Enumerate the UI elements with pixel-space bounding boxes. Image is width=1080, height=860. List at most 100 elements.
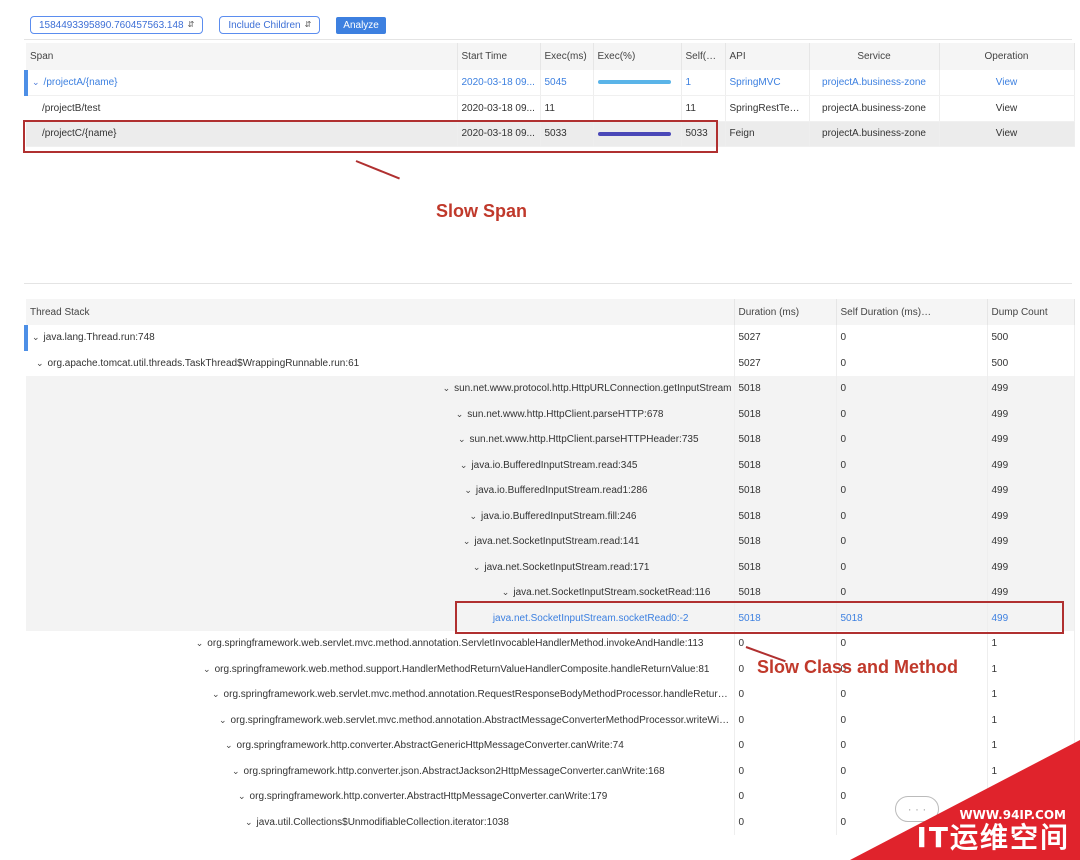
stack-frame-cell[interactable]: ⌄ org.springframework.web.servlet.mvc.met… xyxy=(26,631,735,657)
dump-count: 499 xyxy=(987,452,1075,478)
chevron-down-icon[interactable]: ⌄ xyxy=(219,715,227,726)
col-api[interactable]: API xyxy=(725,43,810,70)
thread-row[interactable]: ⌄ java.io.BufferedInputStream.read1:286 5… xyxy=(26,478,1075,504)
chevron-down-icon[interactable]: ⌄ xyxy=(473,562,481,573)
span-row[interactable]: /projectB/test 2020-03-18 09... 11 11 Sp… xyxy=(26,95,1075,122)
stack-frame-cell[interactable]: ⌄ org.springframework.web.servlet.mvc.met… xyxy=(26,707,735,733)
chevron-down-icon[interactable]: ⌄ xyxy=(32,77,40,88)
col-exec-ms[interactable]: Exec(ms) xyxy=(540,43,594,70)
stack-frame-cell[interactable]: ⌄ java.net.SocketInputStream.read:141 xyxy=(26,529,735,555)
self-ms: 11 xyxy=(681,95,726,122)
stack-frame-cell[interactable]: ⌄ sun.net.www.http.HttpClient.parseHTTPHe… xyxy=(26,427,735,453)
col-self-duration[interactable]: Self Duration (ms) top slow xyxy=(836,299,988,325)
span-name-cell[interactable]: ⌄/projectA/{name} xyxy=(24,70,458,96)
self-duration: 0 xyxy=(836,682,988,708)
stack-frame: java.io.BufferedInputStream.read1:286 xyxy=(475,485,648,497)
chevron-down-icon[interactable]: ⌄ xyxy=(225,740,233,751)
thread-row[interactable]: ⌄ sun.net.www.http.HttpClient.parseHTTPHe… xyxy=(26,427,1075,453)
thread-row[interactable]: ⌄ java.lang.Thread.run:748 5027 0 500 xyxy=(24,325,1075,351)
col-self-ms[interactable]: Self(ms) xyxy=(681,43,726,70)
chevron-down-icon[interactable]: ⌄ xyxy=(443,383,451,394)
thread-row[interactable]: ⌄ sun.net.www.http.HttpClient.parseHTTP:6… xyxy=(26,401,1075,427)
span-name: /projectA/{name} xyxy=(43,77,118,88)
stack-frame-cell[interactable]: ⌄ java.io.BufferedInputStream.read:345 xyxy=(26,452,735,478)
annotation-pointer xyxy=(355,160,400,180)
stack-frame-cell[interactable]: ⌄ org.springframework.http.converter.json… xyxy=(26,758,735,784)
include-children-select[interactable]: Include Children ⇵ xyxy=(219,16,321,34)
stack-frame-cell[interactable]: ⌄ org.springframework.web.method.support.… xyxy=(26,656,735,682)
col-start-time[interactable]: Start Time xyxy=(457,43,541,70)
col-operation[interactable]: Operation xyxy=(939,43,1075,70)
duration: 0 xyxy=(734,809,837,835)
thread-row[interactable]: ⌄ sun.net.www.protocol.http.HttpURLConnec… xyxy=(26,376,1075,402)
stack-frame-cell[interactable]: ⌄ java.util.Collections$UnmodifiableColle… xyxy=(26,809,735,835)
watermark-brand: IT运维空间 xyxy=(916,821,1070,854)
api: Feign xyxy=(725,121,810,147)
thread-row[interactable]: ⌄ java.net.SocketInputStream.read:141 501… xyxy=(26,529,1075,555)
stack-frame-cell[interactable]: ⌄ org.springframework.web.servlet.mvc.met… xyxy=(26,682,735,708)
dump-count: 499 xyxy=(987,401,1075,427)
stack-frame-cell[interactable]: ⌄ sun.net.www.http.HttpClient.parseHTTP:6… xyxy=(26,401,735,427)
analyze-button[interactable]: Analyze xyxy=(336,16,386,34)
dump-count: 1 xyxy=(987,707,1075,733)
chevron-down-icon[interactable]: ⌄ xyxy=(502,587,510,598)
exec-pct-cell xyxy=(593,95,682,122)
span-row[interactable]: ⌄/projectA/{name} 2020-03-18 09... 5045 … xyxy=(24,70,1075,96)
thread-row[interactable]: ⌄ java.net.SocketInputStream.read:171 501… xyxy=(26,554,1075,580)
chevron-down-icon[interactable]: ⌄ xyxy=(32,332,40,343)
thread-row[interactable]: ⌄ org.apache.tomcat.util.threads.TaskThre… xyxy=(26,350,1075,376)
self-duration: 0 xyxy=(836,325,988,351)
snapshot-select[interactable]: 1584493395890.760457563.148 ⇵ xyxy=(30,16,204,34)
col-service[interactable]: Service xyxy=(809,43,940,70)
toolbar: 1584493395890.760457563.148 ⇵ Include Ch… xyxy=(30,15,386,35)
stack-frame-cell[interactable]: ⌄ java.io.BufferedInputStream.fill:246 xyxy=(26,503,735,529)
col-duration[interactable]: Duration (ms) xyxy=(734,299,837,325)
chevron-down-icon[interactable]: ⌄ xyxy=(456,409,464,420)
chevron-down-icon[interactable]: ⌄ xyxy=(232,766,240,777)
slow-span-highlight xyxy=(23,120,718,153)
stack-frame-cell[interactable]: ⌄ java.io.BufferedInputStream.read1:286 xyxy=(26,478,735,504)
chevron-down-icon[interactable]: ⌄ xyxy=(458,434,466,445)
thread-row[interactable]: ⌄ java.io.BufferedInputStream.read:345 50… xyxy=(26,452,1075,478)
api: SpringMVC xyxy=(725,70,810,96)
view-link[interactable]: View xyxy=(939,95,1075,122)
chevron-down-icon[interactable]: ⌄ xyxy=(464,485,472,496)
dump-count: 500 xyxy=(987,350,1075,376)
view-link[interactable]: View xyxy=(939,121,1075,147)
chevron-down-icon[interactable]: ⌄ xyxy=(212,689,220,700)
stack-frame-cell[interactable]: ⌄ java.net.SocketInputStream.read:171 xyxy=(26,554,735,580)
duration: 5018 xyxy=(734,401,837,427)
chevron-down-icon[interactable]: ⌄ xyxy=(463,536,471,547)
stack-frame: java.io.BufferedInputStream.read:345 xyxy=(471,459,638,471)
thread-row[interactable]: ⌄ org.springframework.web.servlet.mvc.met… xyxy=(26,707,1075,733)
view-link[interactable]: View xyxy=(939,70,1075,96)
top-slow-button[interactable]: top slow xyxy=(941,305,985,319)
col-exec-pct[interactable]: Exec(%) xyxy=(593,43,682,70)
api: SpringRestTemp... xyxy=(725,95,810,122)
chevron-down-icon[interactable]: ⌄ xyxy=(36,358,44,369)
chevron-down-icon[interactable]: ⌄ xyxy=(469,511,477,522)
col-span[interactable]: Span xyxy=(26,43,458,70)
stack-frame-cell[interactable]: ⌄ org.springframework.http.converter.Abst… xyxy=(26,784,735,810)
chevron-down-icon[interactable]: ⌄ xyxy=(460,460,468,471)
stack-frame: sun.net.www.protocol.http.HttpURLConnect… xyxy=(454,383,732,395)
thread-row[interactable]: ⌄ java.io.BufferedInputStream.fill:246 50… xyxy=(26,503,1075,529)
stack-frame-cell[interactable]: ⌄ org.springframework.http.converter.Abst… xyxy=(26,733,735,759)
chevron-down-icon[interactable]: ⌄ xyxy=(245,817,253,828)
dump-count: 499 xyxy=(987,478,1075,504)
chevron-down-icon[interactable]: ⌄ xyxy=(238,791,246,802)
stack-frame-cell[interactable]: ⌄ org.apache.tomcat.util.threads.TaskThre… xyxy=(26,350,735,376)
self-duration-label: Self Duration (ms) xyxy=(840,307,922,318)
duration: 5018 xyxy=(734,427,837,453)
thread-row[interactable]: ⌄ org.springframework.web.servlet.mvc.met… xyxy=(26,631,1075,657)
stack-frame: org.springframework.http.converter.Abstr… xyxy=(249,791,608,803)
stack-frame-cell[interactable]: ⌄ java.lang.Thread.run:748 xyxy=(24,325,735,351)
chevron-down-icon[interactable]: ⌄ xyxy=(203,664,211,675)
chevron-down-icon[interactable]: ⌄ xyxy=(196,638,204,649)
exec-pct-bar xyxy=(597,80,671,85)
col-thread-stack[interactable]: Thread Stack xyxy=(26,299,735,325)
stack-frame: org.apache.tomcat.util.threads.TaskThrea… xyxy=(47,357,360,369)
col-dump-count[interactable]: Dump Count xyxy=(987,299,1075,325)
thread-row[interactable]: ⌄ org.springframework.web.servlet.mvc.met… xyxy=(26,682,1075,708)
stack-frame-cell[interactable]: ⌄ sun.net.www.protocol.http.HttpURLConnec… xyxy=(26,376,735,402)
